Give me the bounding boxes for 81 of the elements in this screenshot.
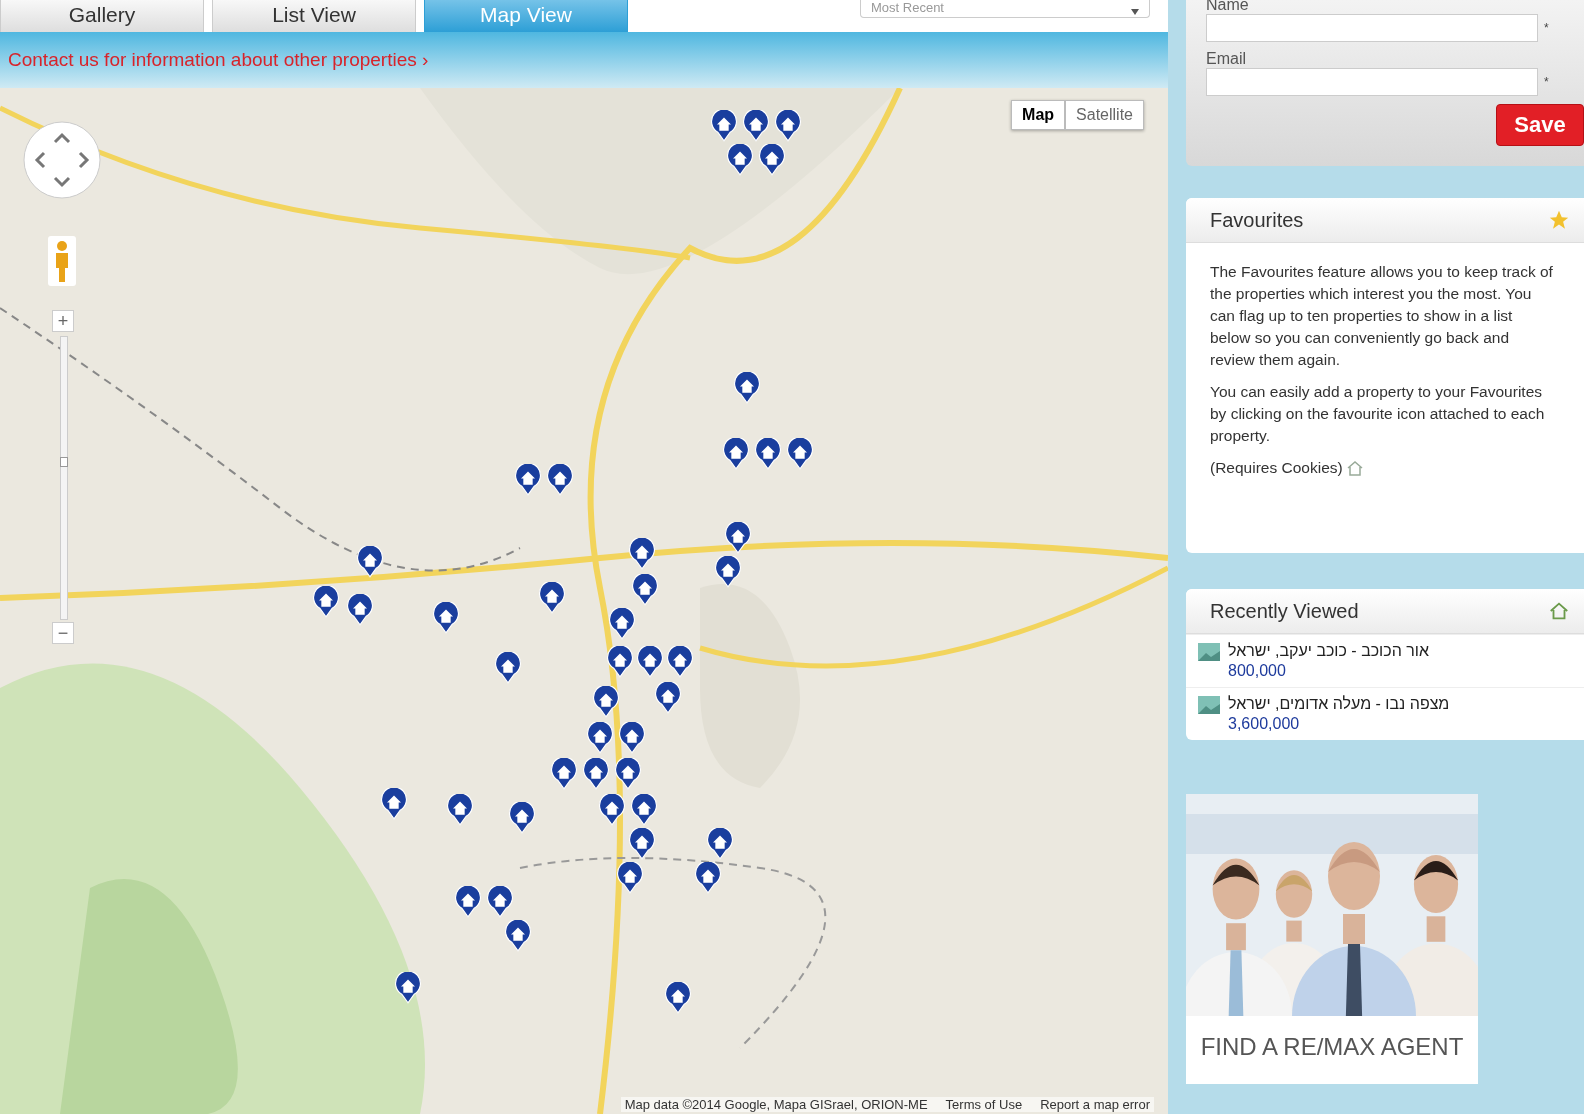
view-tab[interactable]: Gallery bbox=[0, 0, 204, 32]
house-marker-icon[interactable] bbox=[550, 758, 578, 790]
house-marker-icon[interactable] bbox=[356, 546, 384, 578]
house-marker-icon[interactable] bbox=[504, 920, 532, 952]
house-marker-icon[interactable] bbox=[628, 828, 656, 860]
house-marker-icon[interactable] bbox=[454, 886, 482, 918]
house-marker-icon[interactable] bbox=[312, 586, 340, 618]
house-marker-icon[interactable] bbox=[636, 646, 664, 678]
house-icon bbox=[1345, 460, 1364, 476]
house-marker-icon[interactable] bbox=[446, 794, 474, 826]
house-marker-icon[interactable] bbox=[631, 574, 659, 606]
cookies-note: (Requires Cookies) bbox=[1210, 458, 1343, 478]
house-marker-icon[interactable] bbox=[726, 144, 754, 176]
house-marker-icon[interactable] bbox=[616, 862, 644, 894]
house-marker-icon[interactable] bbox=[598, 794, 626, 826]
map-type-button[interactable]: Map bbox=[1011, 100, 1066, 130]
house-marker-icon[interactable] bbox=[608, 608, 636, 640]
house-marker-icon[interactable] bbox=[666, 646, 694, 678]
text-field[interactable] bbox=[1206, 68, 1538, 96]
image-icon bbox=[1198, 643, 1220, 661]
house-marker-icon[interactable] bbox=[706, 828, 734, 860]
house-marker-icon[interactable] bbox=[514, 464, 542, 496]
house-marker-icon[interactable] bbox=[754, 438, 782, 470]
image-icon bbox=[1198, 696, 1220, 714]
house-marker-icon[interactable] bbox=[664, 982, 692, 1014]
house-marker-icon[interactable] bbox=[582, 758, 610, 790]
house-marker-icon[interactable] bbox=[758, 144, 786, 176]
panel-title: Recently Viewed bbox=[1210, 599, 1359, 623]
map-type-button[interactable]: Satellite bbox=[1065, 100, 1144, 130]
house-marker-icon[interactable] bbox=[346, 594, 374, 626]
view-tab[interactable]: List View bbox=[212, 0, 416, 32]
zoom-out-button[interactable]: − bbox=[52, 622, 74, 644]
pan-control[interactable] bbox=[22, 120, 102, 200]
required-mark: * bbox=[1544, 21, 1549, 35]
property-price: 3,600,000 bbox=[1228, 714, 1300, 734]
house-marker-icon[interactable] bbox=[494, 652, 522, 684]
house-marker-icon[interactable] bbox=[538, 582, 566, 614]
ad-caption: FIND A RE/MAX AGENT bbox=[1200, 1032, 1464, 1062]
house-marker-icon[interactable] bbox=[628, 538, 656, 570]
save-button[interactable]: Save bbox=[1496, 104, 1584, 146]
property-name-link[interactable]: אור הכוכב - כוכב יעקב, ישראל bbox=[1228, 641, 1429, 661]
house-marker-icon[interactable] bbox=[724, 522, 752, 554]
house-marker-icon[interactable] bbox=[606, 646, 634, 678]
house-marker-icon[interactable] bbox=[742, 110, 770, 142]
house-marker-icon[interactable] bbox=[774, 110, 802, 142]
terms-link[interactable]: Terms of Use bbox=[945, 1097, 1023, 1112]
required-mark: * bbox=[1544, 75, 1549, 89]
zoom-slider[interactable] bbox=[60, 336, 68, 620]
house-marker-icon[interactable] bbox=[486, 886, 514, 918]
house-marker-icon[interactable] bbox=[508, 802, 536, 834]
text-field[interactable] bbox=[1206, 14, 1538, 42]
favourites-description: The Favourites feature allows you to keep track of the properties which interest you the most. You can flag up to ten properties to show in a list below so you can conveniently go back and review them again. bbox=[1210, 262, 1554, 370]
zoom-thumb[interactable] bbox=[60, 456, 68, 467]
house-marker-icon[interactable] bbox=[614, 758, 642, 790]
panel-title: Favourites bbox=[1210, 208, 1304, 232]
caret-icon[interactable] bbox=[1131, 9, 1139, 15]
house-marker-icon[interactable] bbox=[432, 602, 460, 634]
house-marker-icon[interactable] bbox=[722, 438, 750, 470]
house-marker-icon[interactable] bbox=[618, 722, 646, 754]
property-name-link[interactable]: מצפה נבו - מעלה אדומים, ישראל bbox=[1228, 694, 1450, 714]
house-icon bbox=[1548, 600, 1570, 622]
property-price: 800,000 bbox=[1228, 661, 1286, 681]
agent-ad-banner[interactable]: FIND A RE/MAX AGENT bbox=[1186, 794, 1478, 1084]
house-marker-icon[interactable] bbox=[786, 438, 814, 470]
house-marker-icon[interactable] bbox=[592, 686, 620, 718]
star-icon bbox=[1548, 209, 1570, 231]
zoom-in-button[interactable]: + bbox=[52, 310, 74, 332]
house-marker-icon[interactable] bbox=[654, 682, 682, 714]
report-link[interactable]: Report a map error bbox=[1040, 1097, 1150, 1112]
house-marker-icon[interactable] bbox=[733, 372, 761, 404]
house-marker-icon[interactable] bbox=[714, 556, 742, 588]
house-marker-icon[interactable] bbox=[630, 794, 658, 826]
house-marker-icon[interactable] bbox=[394, 972, 422, 1004]
favourites-description: You can easily add a property to your Favourites by clicking on the favourite icon attached to each property. bbox=[1210, 382, 1546, 446]
house-marker-icon[interactable] bbox=[546, 464, 574, 496]
house-marker-icon[interactable] bbox=[380, 788, 408, 820]
map-attribution: Map data ©2014 Google, Mapa GISrael, ORION-ME bbox=[624, 1097, 928, 1112]
field-label: Email bbox=[1206, 50, 1247, 68]
house-marker-icon[interactable] bbox=[710, 110, 738, 142]
house-marker-icon[interactable] bbox=[586, 722, 614, 754]
house-marker-icon[interactable] bbox=[694, 862, 722, 894]
